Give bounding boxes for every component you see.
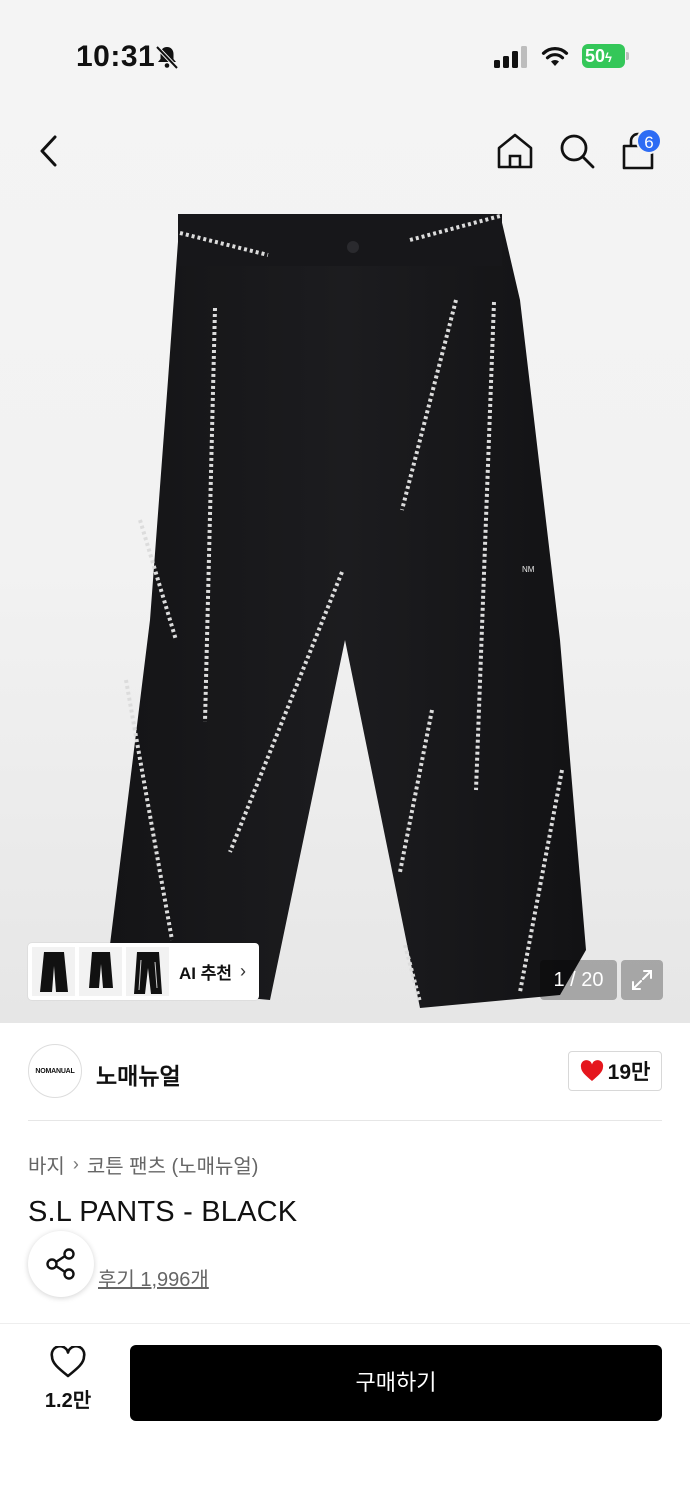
divider [28, 1120, 662, 1121]
wishlist-button[interactable]: 1.2만 [28, 1346, 108, 1422]
product-title: S.L PANTS - BLACK [28, 1196, 298, 1228]
wifi-icon [541, 46, 569, 66]
product-gallery[interactable]: 10:31 50ϟ 6 NM AI 추천 › 1 / 20 [0, 0, 690, 1023]
ai-recommend-label: AI 추천 [179, 964, 233, 983]
breadcrumb: 바지 › 코튼 팬츠 (노매뉴얼) [28, 1150, 258, 1179]
home-icon [497, 133, 533, 169]
expand-button[interactable] [621, 960, 663, 1000]
home-button[interactable] [494, 130, 536, 172]
breadcrumb-subcategory[interactable]: 코튼 팬츠 (노매뉴얼) [87, 1150, 259, 1179]
heart-outline-icon [50, 1346, 86, 1378]
recommend-thumbnail[interactable] [32, 947, 75, 996]
share-icon [46, 1248, 75, 1280]
status-bar: 10:31 50ϟ [0, 0, 690, 110]
brand-logo-text: NOMANUAL [35, 1067, 75, 1075]
brand-like-count: 19만 [607, 1061, 651, 1084]
product-image[interactable]: NM [0, 190, 690, 1023]
cart-count-badge: 6 [636, 128, 662, 154]
chevron-left-icon [40, 135, 57, 167]
chevron-right-icon: › [240, 961, 247, 981]
brand-name[interactable]: 노매뉴얼 [96, 1057, 181, 1091]
brand-like-button[interactable]: 19만 [568, 1051, 662, 1091]
search-icon [560, 134, 595, 169]
battery-level: 50 [585, 46, 606, 66]
brand-logo[interactable]: NOMANUAL [28, 1044, 82, 1098]
divider [0, 1323, 690, 1324]
wishlist-count: 1.2만 [44, 1390, 92, 1412]
reviews-link[interactable]: 후기 1,996개 [98, 1263, 209, 1292]
share-button[interactable] [28, 1231, 94, 1297]
search-button[interactable] [556, 130, 598, 172]
brand-row: NOMANUAL 노매뉴얼 19만 [0, 1023, 690, 1121]
cart-button[interactable]: 6 [618, 128, 662, 172]
cellular-signal-icon [494, 46, 527, 68]
chevron-right-icon: › [72, 1154, 79, 1174]
expand-icon [632, 970, 652, 990]
battery-icon: 50ϟ [582, 44, 630, 68]
recommend-thumbnail[interactable] [126, 947, 169, 996]
image-counter: 1 / 20 [540, 960, 617, 1000]
status-time: 10:31 [76, 40, 156, 73]
back-button[interactable] [28, 128, 70, 174]
bell-muted-icon [155, 45, 179, 70]
recommend-thumbnail[interactable] [79, 947, 122, 996]
ai-recommend-button[interactable]: AI 추천 › [28, 943, 259, 1000]
buy-button[interactable]: 구매하기 [130, 1345, 662, 1421]
breadcrumb-category[interactable]: 바지 [28, 1150, 65, 1179]
product-logo-mark: NM [522, 565, 535, 574]
heart-filled-icon [580, 1060, 603, 1081]
